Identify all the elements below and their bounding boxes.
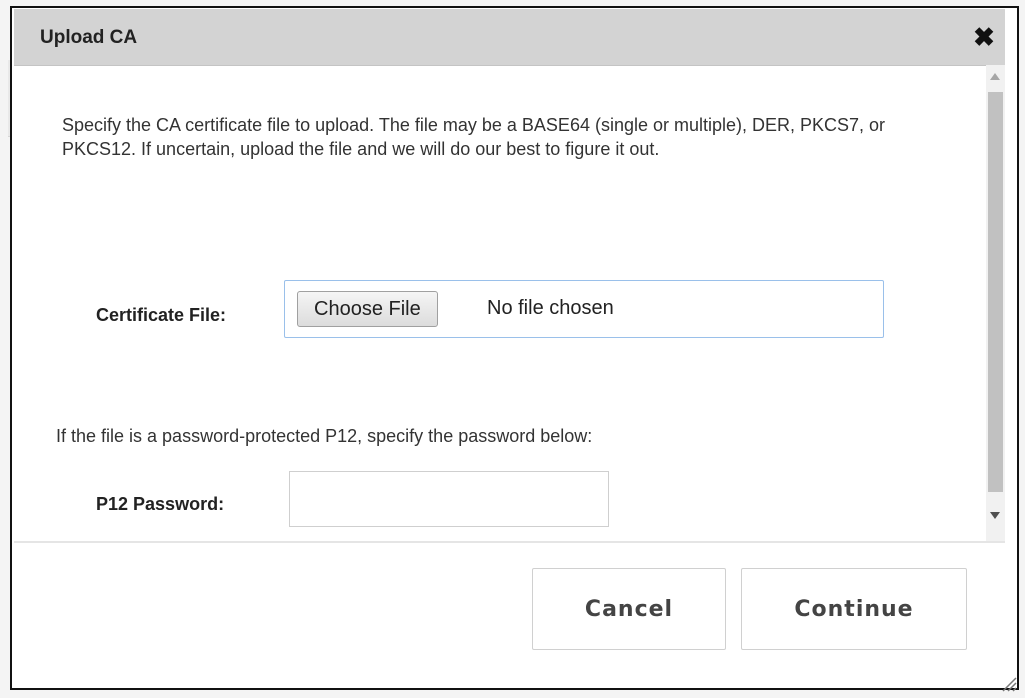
file-status-text: No file chosen (487, 297, 614, 319)
footer-divider (14, 541, 1005, 543)
dialog-header: Upload CA ✖ (14, 9, 1005, 66)
certificate-file-label: Certificate File: (96, 305, 227, 325)
continue-button[interactable]: Continue (741, 568, 967, 650)
cancel-button[interactable]: Cancel (532, 568, 726, 650)
scroll-down-arrow-icon[interactable] (990, 512, 1000, 519)
p12-note-text: If the file is a password-protected P12,… (56, 426, 593, 446)
scroll-up-arrow-icon[interactable] (990, 73, 1000, 80)
description-text: Specify the CA certificate file to uploa… (62, 115, 886, 159)
dialog-body: Specify the CA certificate file to uploa… (14, 65, 986, 541)
certificate-file-input[interactable]: Choose File No file chosen (284, 280, 884, 338)
resize-grip-icon[interactable] (999, 674, 1017, 692)
dialog-title: Upload CA (40, 27, 138, 48)
dialog-scrollbar[interactable] (986, 65, 1005, 541)
close-icon[interactable]: ✖ (971, 22, 997, 52)
choose-file-button[interactable]: Choose File (297, 291, 438, 327)
scroll-thumb[interactable] (988, 92, 1003, 492)
p12-password-label: P12 Password: (96, 494, 225, 514)
p12-password-input[interactable] (289, 471, 609, 527)
